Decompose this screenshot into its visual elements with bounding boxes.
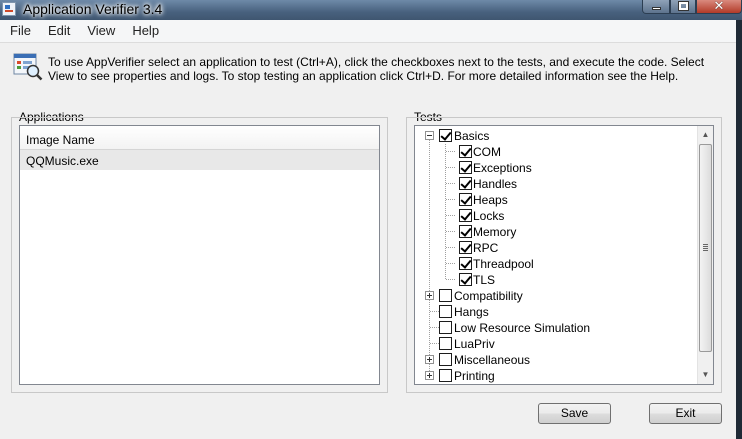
basics-collapse-toggle[interactable] <box>425 131 434 140</box>
tree-item-handles[interactable]: Handles <box>473 177 517 191</box>
tree-connector-line <box>446 231 456 232</box>
minimize-button[interactable] <box>642 0 670 14</box>
window-title: Application Verifier 3.4 <box>23 1 163 17</box>
compatibility-expand-toggle[interactable] <box>425 291 434 300</box>
heaps-checkbox[interactable] <box>459 193 472 206</box>
tree-item-miscellaneous[interactable]: Miscellaneous <box>454 353 530 367</box>
tree-connector-line <box>446 151 456 152</box>
maximize-icon <box>678 1 689 11</box>
exit-button[interactable]: Exit <box>649 403 722 424</box>
locks-checkbox[interactable] <box>459 209 472 222</box>
applications-list[interactable]: Image Name QQMusic.exe <box>19 125 380 385</box>
tree-item-exceptions[interactable]: Exceptions <box>473 161 532 175</box>
minimize-icon <box>652 7 661 10</box>
tree-item-threadpool[interactable]: Threadpool <box>473 257 534 271</box>
menu-view[interactable]: View <box>77 20 122 42</box>
tree-connector-line <box>446 263 456 264</box>
application-name: QQMusic.exe <box>26 154 99 168</box>
caption-buttons: ✕ <box>642 0 742 14</box>
menu-file[interactable]: File <box>0 20 38 42</box>
tree-item-hangs[interactable]: Hangs <box>454 305 489 319</box>
instructions-text: To use AppVerifier select an application… <box>48 55 705 83</box>
scroll-down-arrow-icon[interactable]: ▼ <box>698 366 713 383</box>
menu-help[interactable]: Help <box>122 20 166 42</box>
tree-item-heaps[interactable]: Heaps <box>473 193 508 207</box>
tree-connector-line <box>445 144 446 280</box>
tls-checkbox[interactable] <box>459 273 472 286</box>
memory-checkbox[interactable] <box>459 225 472 238</box>
tests-tree[interactable]: Basics COM Exceptions Handles Heaps Lock… <box>414 125 714 385</box>
save-button[interactable]: Save <box>538 403 611 424</box>
miscellaneous-checkbox[interactable] <box>439 353 452 366</box>
scroll-thumb[interactable] <box>699 144 712 352</box>
low-resource-simulation-checkbox[interactable] <box>439 321 452 334</box>
close-button[interactable]: ✕ <box>696 0 742 14</box>
exceptions-checkbox[interactable] <box>459 161 472 174</box>
window-edge <box>736 20 742 439</box>
hangs-checkbox[interactable] <box>439 305 452 318</box>
title-bar[interactable]: Application Verifier 3.4 ✕ <box>0 0 742 20</box>
luapriv-checkbox[interactable] <box>439 337 452 350</box>
handles-checkbox[interactable] <box>459 177 472 190</box>
tree-connector-line <box>446 279 456 280</box>
tree-connector-line <box>429 140 430 376</box>
tree-connector-line <box>446 215 456 216</box>
image-name-column-header[interactable]: Image Name <box>26 133 95 147</box>
tree-connector-line <box>446 183 456 184</box>
tree-item-com[interactable]: COM <box>473 145 501 159</box>
tree-item-memory[interactable]: Memory <box>473 225 516 239</box>
tree-item-rpc[interactable]: RPC <box>473 241 498 255</box>
rpc-checkbox[interactable] <box>459 241 472 254</box>
maximize-button[interactable] <box>670 0 696 14</box>
tree-item-tls[interactable]: TLS <box>473 273 495 287</box>
menu-edit[interactable]: Edit <box>38 20 77 42</box>
scroll-up-arrow-icon[interactable]: ▲ <box>698 126 713 143</box>
table-row[interactable]: QQMusic.exe <box>20 150 379 170</box>
close-icon: ✕ <box>713 0 725 13</box>
miscellaneous-expand-toggle[interactable] <box>425 355 434 364</box>
app-logo-icon <box>2 2 16 16</box>
app-window: Application Verifier 3.4 ✕ File Edit Vie… <box>0 0 742 439</box>
tree-item-printing[interactable]: Printing <box>454 369 495 383</box>
tree-item-locks[interactable]: Locks <box>473 209 504 223</box>
compatibility-checkbox[interactable] <box>439 289 452 302</box>
tree-item-luapriv[interactable]: LuaPriv <box>454 337 495 351</box>
tree-connector-line <box>446 199 456 200</box>
basics-checkbox[interactable] <box>439 129 452 142</box>
printing-expand-toggle[interactable] <box>425 371 434 380</box>
scroll-grip-icon <box>703 244 708 251</box>
menu-bar: File Edit View Help <box>0 20 742 43</box>
com-checkbox[interactable] <box>459 145 472 158</box>
list-header[interactable]: Image Name <box>20 126 379 150</box>
threadpool-checkbox[interactable] <box>459 257 472 270</box>
tree-item-compatibility[interactable]: Compatibility <box>454 289 523 303</box>
printing-checkbox[interactable] <box>439 369 452 382</box>
tree-item-low-resource-simulation[interactable]: Low Resource Simulation <box>454 321 590 335</box>
tree-connector-line <box>446 167 456 168</box>
tree-item-basics[interactable]: Basics <box>454 129 489 143</box>
tree-connector-line <box>446 247 456 248</box>
appverifier-info-icon <box>13 53 43 81</box>
tests-scrollbar[interactable]: ▲ ▼ <box>697 126 713 384</box>
